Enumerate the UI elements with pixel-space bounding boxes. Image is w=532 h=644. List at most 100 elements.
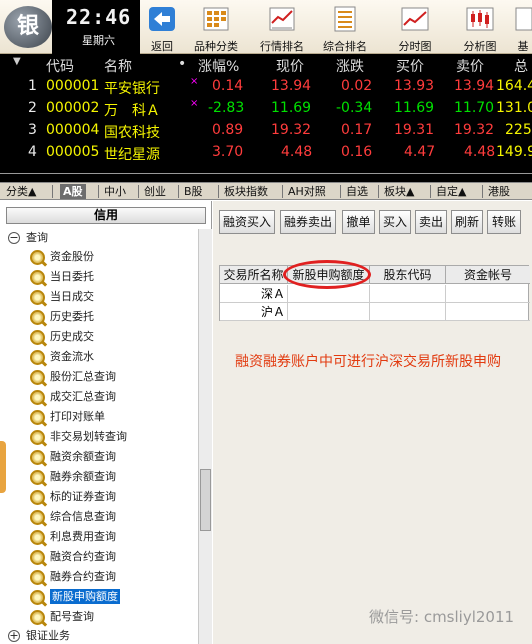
- ask: 19.32: [454, 122, 495, 138]
- col-exchange[interactable]: 交易所名称: [220, 266, 288, 284]
- composite-ranking-button[interactable]: 综合排名: [318, 2, 372, 54]
- fundamentals-button[interactable]: 基: [514, 2, 532, 54]
- cell-exchange[interactable]: 沪Ａ: [220, 303, 288, 321]
- tab-category[interactable]: 分类▲: [6, 184, 36, 199]
- header-code[interactable]: 代码: [46, 56, 74, 76]
- tree-root-bank-securities[interactable]: + 银证业务: [8, 627, 70, 644]
- tab-hk-stocks[interactable]: 港股: [488, 184, 510, 199]
- stock-name: 平安银行: [104, 81, 160, 97]
- tree-item[interactable]: 融资合约查询: [30, 548, 116, 566]
- transfer-button[interactable]: 转账: [487, 210, 521, 234]
- tree-item[interactable]: 股份汇总查询: [30, 368, 116, 386]
- magnifier-icon: [30, 469, 45, 485]
- header-name[interactable]: 名称: [104, 56, 132, 76]
- tree-item[interactable]: 资金流水: [30, 348, 94, 366]
- tab-a-shares[interactable]: A股: [60, 184, 86, 199]
- panel-title: 信用: [6, 207, 206, 224]
- stock-code: 000005: [46, 144, 100, 160]
- margin-buy-button[interactable]: 融资买入: [219, 210, 275, 234]
- tree-item-selected[interactable]: 新股申购额度: [30, 588, 120, 606]
- magnifier-icon: [30, 509, 45, 525]
- quote-row[interactable]: 3 000004 国农科技 0.89 19.32 0.17 19.31 19.3…: [0, 120, 532, 142]
- tree-item[interactable]: 历史成交: [30, 328, 94, 346]
- quote-table-header: ▼ 代码 名称 • 涨幅% 现价 涨跌 买价 卖价 总: [0, 54, 532, 76]
- quote-table: ▼ 代码 名称 • 涨幅% 现价 涨跌 买价 卖价 总 1 000001 平安银…: [0, 54, 532, 182]
- tree-item[interactable]: 成交汇总查询: [30, 388, 116, 406]
- cell-account[interactable]: [446, 303, 530, 321]
- header-ask[interactable]: 卖价: [456, 56, 484, 76]
- cell-shareholder-code[interactable]: [370, 285, 446, 303]
- tree-item[interactable]: 当日委托: [30, 268, 94, 286]
- tree-item[interactable]: 利息费用查询: [30, 528, 116, 546]
- tree-root-query[interactable]: − 查询: [8, 229, 48, 247]
- scrollbar-thumb[interactable]: [200, 469, 211, 531]
- tree-item[interactable]: 配号查询: [30, 608, 94, 626]
- ranking-button[interactable]: 行情排名: [255, 2, 309, 54]
- back-button[interactable]: 返回: [143, 2, 181, 54]
- magnifier-icon: [30, 369, 45, 385]
- tree-item[interactable]: 历史委托: [30, 308, 94, 326]
- collapse-icon[interactable]: −: [8, 232, 20, 244]
- magnifier-icon: [30, 389, 45, 405]
- tree-item[interactable]: 打印对账单: [30, 408, 105, 426]
- volume: 164.4: [496, 78, 532, 94]
- header-price[interactable]: 现价: [276, 56, 304, 76]
- magnifier-icon: [30, 329, 45, 345]
- cell-account[interactable]: [446, 285, 530, 303]
- cancel-order-button[interactable]: 撤单: [342, 210, 375, 234]
- price: 13.94: [271, 78, 312, 94]
- bid: 11.69: [394, 100, 435, 116]
- quote-row[interactable]: 2 000002 万 科Ａ × -2.83 11.69 -0.34 11.69 …: [0, 98, 532, 120]
- query-panel: 融资买入 融券卖出 撤单 买入 卖出 刷新 转账 交易所名称 新股申购额度 股东…: [213, 201, 532, 644]
- col-account[interactable]: 资金帐号: [446, 266, 530, 284]
- tab-custom[interactable]: 自定▲: [436, 184, 466, 199]
- expand-icon[interactable]: +: [8, 630, 20, 642]
- row-index: 4: [28, 144, 37, 160]
- tree-item[interactable]: 融券合约查询: [30, 568, 116, 586]
- function-tree: − 查询 资金股份 当日委托 当日成交 历史委托 历史成交 资金流水 股份汇总查询…: [6, 229, 198, 644]
- market-tabs: 分类▲ A股 中小 创业 B股 板块指数 AH对照 自选 板块▲ 自定▲ 港股: [0, 182, 532, 200]
- cell-ipo-quota[interactable]: [288, 303, 370, 321]
- refresh-button[interactable]: 刷新: [451, 210, 483, 234]
- tab-sector-index[interactable]: 板块指数: [224, 184, 268, 199]
- quote-row[interactable]: 1 000001 平安银行 × 0.14 13.94 0.02 13.93 13…: [0, 76, 532, 98]
- tree-item[interactable]: 标的证券查询: [30, 488, 116, 506]
- sell-button[interactable]: 卖出: [415, 210, 447, 234]
- cell-exchange[interactable]: 深Ａ: [220, 285, 288, 303]
- header-change[interactable]: 涨跌: [336, 56, 364, 76]
- tab-ah-compare[interactable]: AH对照: [288, 184, 326, 199]
- intraday-chart-icon: [401, 7, 429, 31]
- col-shareholder-code[interactable]: 股东代码: [370, 266, 446, 284]
- buy-button[interactable]: 买入: [379, 210, 411, 234]
- ipo-quota-table: 交易所名称 新股申购额度 股东代码 资金帐号 深Ａ 沪Ａ: [219, 265, 530, 321]
- tree-item[interactable]: 融券余额查询: [30, 468, 116, 486]
- tree-item[interactable]: 资金股份: [30, 248, 94, 266]
- tree-item[interactable]: 当日成交: [30, 288, 94, 306]
- cell-shareholder-code[interactable]: [370, 303, 446, 321]
- short-sell-button[interactable]: 融券卖出: [280, 210, 336, 234]
- stock-code: 000002: [46, 100, 100, 116]
- tab-sector[interactable]: 板块▲: [384, 184, 414, 199]
- tab-chinext[interactable]: 创业: [144, 184, 166, 199]
- tree-item[interactable]: 非交易划转查询: [30, 428, 127, 446]
- tree-item[interactable]: 融资余额查询: [30, 448, 116, 466]
- tab-b-shares[interactable]: B股: [184, 184, 203, 199]
- intraday-chart-button[interactable]: 分时图: [392, 2, 438, 54]
- header-bid[interactable]: 买价: [396, 56, 424, 76]
- tab-watchlist[interactable]: 自选: [346, 184, 368, 199]
- ask: 11.70: [454, 100, 495, 116]
- quote-row[interactable]: 4 000005 世纪星源 3.70 4.48 0.16 4.47 4.48 1…: [0, 142, 532, 164]
- bid: 13.93: [394, 78, 435, 94]
- category-button[interactable]: 品种分类: [190, 2, 242, 54]
- ask: 13.94: [454, 78, 495, 94]
- volume: 225: [505, 122, 532, 138]
- row-index: 2: [28, 100, 37, 116]
- tree-item[interactable]: 综合信息查询: [30, 508, 116, 526]
- header-change-pct[interactable]: 涨幅%: [198, 56, 239, 76]
- sort-marker-icon[interactable]: ▼: [13, 56, 21, 67]
- candlestick-chart-button[interactable]: 分析图: [456, 2, 504, 54]
- tab-sme[interactable]: 中小: [104, 184, 126, 199]
- header-volume[interactable]: 总: [514, 56, 528, 76]
- tree-scrollbar[interactable]: [198, 229, 212, 644]
- function-panel: 信用 − 查询 资金股份 当日委托 当日成交 历史委托 历史成交 资金流水 股份汇…: [0, 201, 212, 644]
